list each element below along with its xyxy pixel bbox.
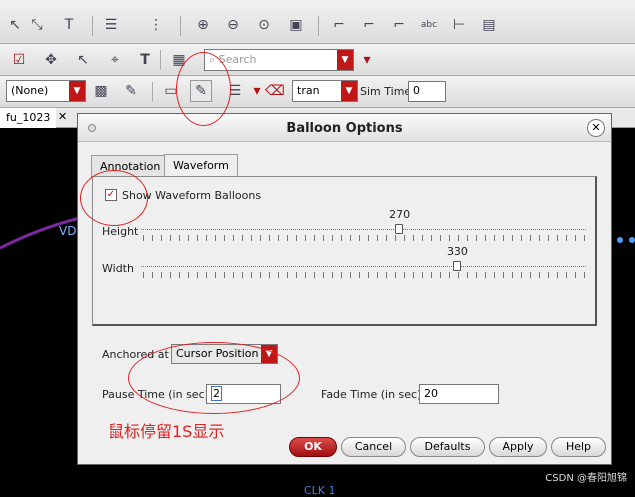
annotation-circle-toolbar [176,52,231,126]
pin-icon[interactable]: ⊢ [448,14,470,36]
check-save-icon[interactable]: ☑ [8,49,30,71]
distribute-icon[interactable]: ⋮ [145,14,167,36]
annotation-note: 鼠标停留1S显示 [108,422,225,441]
fade-time-label: Fade Time (in sec) [321,388,422,401]
ok-button[interactable]: OK [289,437,337,457]
text-tool-icon[interactable]: T [58,14,80,36]
waveform-panel: ✓ Show Waveform Balloons Height 270 Widt… [92,176,597,326]
annotation-circle-checkbox [80,170,148,226]
dialog-titlebar[interactable]: Balloon Options ✕ [78,114,611,142]
search-dropdown-icon[interactable]: ▼ [337,50,353,70]
net-combo-value: (None) [11,84,49,97]
help-button[interactable]: Help [551,437,606,457]
pointer-icon[interactable]: ↖ [72,49,94,71]
bus-icon[interactable]: ⌐ [388,14,410,36]
apply-button[interactable]: Apply [489,437,547,457]
height-slider-ticks [143,235,588,241]
fit-icon[interactable]: ▣ [285,14,307,36]
net-dot [617,237,623,243]
wire-2-icon[interactable]: ⌐ [358,14,380,36]
probe-icon[interactable]: ⌖ [104,49,126,71]
design-tab-label: fu_1023 [6,111,51,124]
zoom-in-icon[interactable]: ⊕ [192,14,214,36]
main-toolbar-row-1: ↖ ⤡ T ☰ ⋮ ⊕ ⊖ ⊙ ▣ ⌐ ⌐ ⌐ abc ⊢ ▤ [0,0,635,44]
main-toolbar-row-3: (None) ▼ ▩ ✎ ▭ ✎ ☰ ▾ ⌫ tran ▼ Sim Time 0 [0,76,635,108]
watermark: CSDN @春阳旭锦 [545,473,627,484]
net-combo-dropdown-icon[interactable]: ▼ [69,81,85,101]
annotation-circle-pause-time [128,342,300,414]
zoom-select-icon[interactable]: ⊙ [253,14,275,36]
width-slider-ticks [143,272,588,278]
analysis-combo-dropdown-icon[interactable]: ▼ [341,81,357,101]
width-slider-thumb[interactable] [452,261,461,271]
design-tab[interactable]: fu_1023 [0,108,57,128]
main-toolbar-row-2: ☑ ✥ ↖ ⌖ T ▦ ⌕ Search ▼ ▾ [0,44,635,76]
label-icon[interactable]: abc [418,14,440,36]
analysis-combo[interactable]: tran ▼ [292,80,358,102]
dialog-title: Balloon Options [286,121,403,136]
cancel-button[interactable]: Cancel [341,437,406,457]
net-dot [629,237,635,243]
width-value: 330 [446,245,468,258]
canvas-label-clk: CLK 1 [304,484,336,497]
edit-notes-icon[interactable]: ✎ [120,80,142,102]
eraser-icon[interactable]: ⌫ [264,80,286,102]
sim-time-label: Sim Time [360,85,412,98]
height-slider-track[interactable] [141,229,586,230]
more-dropdown-icon[interactable]: ▾ [356,49,378,71]
tab-waveform-label: Waveform [173,159,229,172]
net-combo[interactable]: (None) ▼ [6,80,86,102]
design-tab-close-icon[interactable]: ✕ [58,110,67,123]
analysis-combo-value: tran [297,84,320,97]
select-icon[interactable]: ↖ [4,14,26,36]
fade-time-input[interactable]: 20 [419,384,499,404]
canvas-label-vd: VD [59,224,77,238]
move-icon[interactable]: ✥ [40,49,62,71]
close-icon[interactable]: ✕ [587,119,605,137]
zoom-out-icon[interactable]: ⊖ [222,14,244,36]
annotation-setup-icon[interactable]: ▩ [90,80,112,102]
text-note-icon[interactable]: T [134,49,156,71]
width-label: Width [102,262,134,275]
defaults-button[interactable]: Defaults [410,437,485,457]
height-slider-thumb[interactable] [395,224,404,234]
tab-waveform[interactable]: Waveform [164,154,238,178]
balloon-options-dialog: Balloon Options ✕ Annotation Waveform ✓ … [77,113,612,465]
sim-time-input[interactable]: 0 [408,81,446,102]
wire-icon[interactable]: ⌐ [328,14,350,36]
height-label: Height [102,225,139,238]
stretch-icon[interactable]: ⤡ [26,14,48,36]
align-icon[interactable]: ☰ [100,14,122,36]
height-value: 270 [389,208,411,221]
search-input[interactable]: ⌕ Search ▼ [204,49,354,71]
width-slider-track[interactable] [141,266,586,267]
instance-icon[interactable]: ▤ [478,14,500,36]
